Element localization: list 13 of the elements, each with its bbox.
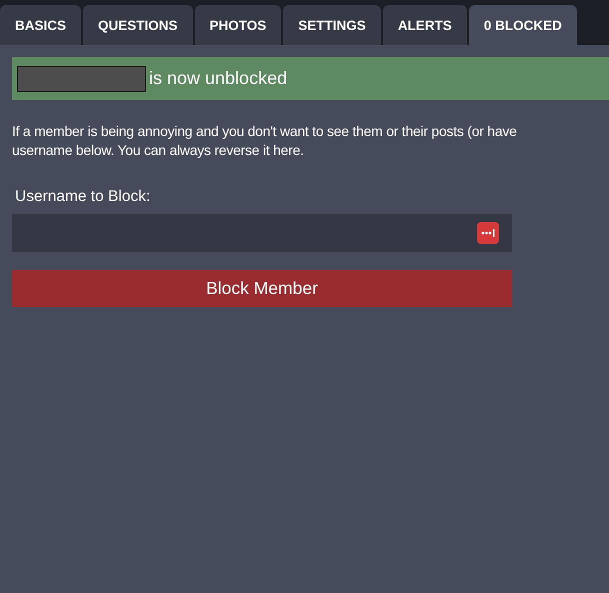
notice-text: is now unblocked bbox=[149, 68, 288, 89]
tab[interactable]: 0 BLOCKED bbox=[468, 5, 577, 45]
description-text: If a member is being annoying and you don't want to see them or their posts (or have bbox=[12, 122, 518, 141]
tab[interactable]: QUESTIONS bbox=[83, 5, 193, 45]
tab[interactable]: BASICS bbox=[0, 5, 82, 45]
tab[interactable]: SETTINGS bbox=[283, 5, 381, 45]
username-field[interactable] bbox=[12, 214, 512, 252]
dots-icon[interactable] bbox=[477, 222, 499, 244]
tab[interactable]: ALERTS bbox=[382, 5, 467, 45]
tab[interactable]: PHOTOS bbox=[194, 5, 282, 45]
block-member-button[interactable]: Block Member bbox=[12, 270, 512, 307]
field-label: Username to Block: bbox=[15, 188, 152, 206]
description-text: username below. You can always reverse it here. bbox=[12, 141, 305, 160]
